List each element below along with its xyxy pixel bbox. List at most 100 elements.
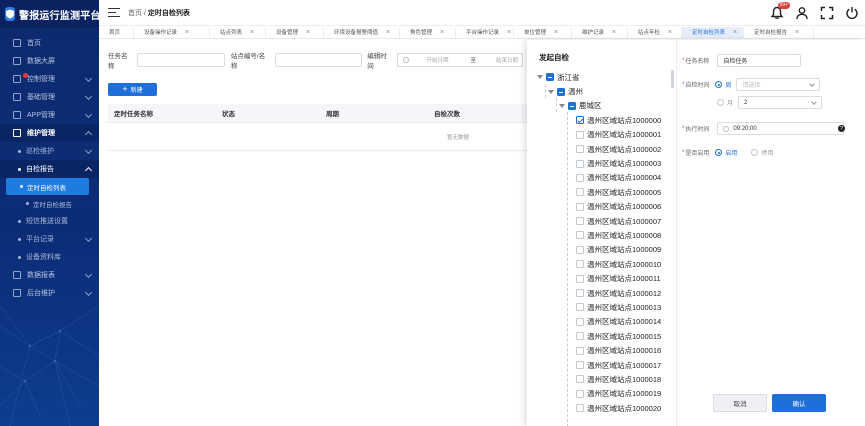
tree-node-station[interactable]: 温州区域站点1000012 xyxy=(537,286,672,300)
user-icon[interactable] xyxy=(794,5,809,20)
sidebar-item-scheduled-check-report[interactable]: 定时自检报告 xyxy=(6,195,89,212)
tree-node-station[interactable]: 温州区域站点1000001 xyxy=(537,128,672,142)
checkbox[interactable] xyxy=(576,130,584,139)
checkbox[interactable] xyxy=(576,145,584,154)
month-radio[interactable] xyxy=(717,99,724,106)
close-icon[interactable]: × xyxy=(250,29,254,36)
tree-node-station[interactable]: 温州区域站点1000014 xyxy=(537,315,672,329)
tree-node-station[interactable]: 温州区域站点1000006 xyxy=(537,200,672,214)
tab-unit-management[interactable]: 单位管理 × xyxy=(514,26,572,38)
caret-down-icon[interactable] xyxy=(537,75,543,80)
tab-station-list[interactable]: 站点列表 × xyxy=(210,26,266,38)
tree-node-province[interactable]: 浙江省 xyxy=(537,70,672,84)
date-range-picker[interactable]: 开始日期 至 结束日期 xyxy=(396,53,524,67)
tree-node-station[interactable]: 温州区域站点1000003 xyxy=(537,156,672,170)
breadcrumb-home[interactable]: 首页 xyxy=(128,10,142,17)
close-icon[interactable]: × xyxy=(507,29,511,36)
caret-down-icon[interactable] xyxy=(548,89,554,94)
close-icon[interactable]: × xyxy=(306,29,310,36)
close-icon[interactable]: × xyxy=(440,29,444,36)
confirm-button[interactable]: 确认 xyxy=(772,394,826,412)
checkbox[interactable] xyxy=(576,346,584,355)
tree-node-station[interactable]: 温州区域站点1000017 xyxy=(537,358,672,372)
close-icon[interactable]: × xyxy=(185,29,189,36)
tree-node-city[interactable]: 温州 xyxy=(537,84,672,98)
week-select[interactable]: 请选择 xyxy=(736,78,821,91)
disable-radio[interactable] xyxy=(751,149,759,156)
checkbox[interactable] xyxy=(576,361,584,369)
checkbox[interactable] xyxy=(576,289,584,298)
sidebar-sub-sms[interactable]: 短信推送设置 xyxy=(0,212,99,230)
tree-node-station[interactable]: 温州区域站点1000015 xyxy=(537,329,672,343)
tree-node-station[interactable]: 温州区域站点1000010 xyxy=(537,257,672,271)
tree-node-station[interactable]: 温州区域站点1000002 xyxy=(537,142,672,156)
tree-node-station[interactable]: 温州区域站点1000019 xyxy=(537,387,672,401)
close-icon[interactable]: × xyxy=(795,29,799,36)
tab-station-annual-check[interactable]: 站点年检 × xyxy=(628,26,682,38)
checkbox[interactable] xyxy=(576,245,584,254)
tab-scheduled-check-report[interactable]: 定时自检报告 × xyxy=(744,26,814,38)
checkbox[interactable] xyxy=(576,159,584,168)
checkbox[interactable] xyxy=(576,389,584,398)
close-icon[interactable]: × xyxy=(554,29,558,36)
tree-node-station[interactable]: 温州区域站点1000009 xyxy=(537,243,672,257)
sidebar-item-control[interactable]: 控制管理 xyxy=(0,70,99,88)
checkbox[interactable] xyxy=(576,188,584,197)
checkbox[interactable] xyxy=(576,217,584,226)
fullscreen-icon[interactable] xyxy=(819,5,834,20)
checkbox[interactable] xyxy=(576,332,584,341)
sidebar-sub-platform-records[interactable]: 平台记录 xyxy=(0,230,99,248)
sidebar-item-reports[interactable]: 数据报表 xyxy=(0,266,99,284)
checkbox[interactable] xyxy=(576,173,584,182)
tree-node-station[interactable]: 温州区域站点1000007 xyxy=(537,214,672,228)
close-icon[interactable]: × xyxy=(668,29,672,36)
exec-time-input[interactable]: 09:20:00 xyxy=(717,122,845,135)
tab-scheduled-check-list[interactable]: 定时自检列表 × xyxy=(682,26,744,38)
checkbox[interactable] xyxy=(576,231,584,240)
checkbox[interactable] xyxy=(576,317,584,326)
bell-icon[interactable]: 99+ xyxy=(769,2,790,20)
checkbox[interactable] xyxy=(576,260,584,269)
tree-node-station[interactable]: 温州区域站点1000020 xyxy=(537,401,672,415)
sidebar-sub-self-check-report[interactable]: 自检报告 xyxy=(0,160,99,178)
tab-maintenance-records[interactable]: 维护记录 × xyxy=(572,26,628,38)
checkbox[interactable] xyxy=(576,404,584,413)
month-select[interactable]: 2 xyxy=(738,96,823,109)
checkbox[interactable] xyxy=(557,87,565,96)
sidebar-item-scheduled-check-list[interactable]: 定时自检列表 xyxy=(6,178,89,195)
tree-node-district[interactable]: 鹿城区 xyxy=(537,99,672,113)
tree-node-station[interactable]: 温州区域站点1000008 xyxy=(537,228,672,242)
sidebar-sub-inspection[interactable]: 巡检维护 xyxy=(0,142,99,160)
sidebar-item-app[interactable]: APP管理 xyxy=(0,106,99,124)
close-icon[interactable]: × xyxy=(612,29,616,36)
tree-node-station[interactable]: 温州区域站点1000018 xyxy=(537,372,672,386)
station-input[interactable] xyxy=(274,53,363,67)
power-icon[interactable] xyxy=(844,5,859,20)
menu-toggle-icon[interactable] xyxy=(108,7,120,18)
help-icon[interactable]: ? xyxy=(838,125,845,132)
sidebar-item-basic[interactable]: 基础管理 xyxy=(0,88,99,106)
tree-node-station[interactable]: 温州区域站点1000013 xyxy=(537,300,672,314)
sidebar-item-maintenance[interactable]: 维护管理 xyxy=(0,124,99,142)
tab-home[interactable]: 首页 xyxy=(99,26,134,38)
checkbox[interactable] xyxy=(576,303,584,312)
task-name-input[interactable] xyxy=(137,53,225,67)
checkbox[interactable] xyxy=(576,202,584,211)
tree-node-station[interactable]: 温州区域站点1000011 xyxy=(537,271,672,285)
sidebar-item-home[interactable]: 首页 xyxy=(0,34,99,52)
cancel-button[interactable]: 取消 xyxy=(713,394,767,412)
enable-radio[interactable] xyxy=(715,149,723,156)
checkbox[interactable] xyxy=(576,375,584,384)
sidebar-sub-device-library[interactable]: 设备资料库 xyxy=(0,248,99,266)
close-icon[interactable]: × xyxy=(733,29,737,36)
sidebar-item-data-screen[interactable]: 数据大屏 xyxy=(0,52,99,70)
checkbox[interactable] xyxy=(546,73,554,82)
task-name-form-input[interactable]: 自检任务 xyxy=(717,54,802,67)
tab-alarm-threshold[interactable]: 环境设备报警阈值 × xyxy=(324,26,400,38)
tree-node-station[interactable]: 温州区域站点1000016 xyxy=(537,343,672,357)
tree-scrollbar[interactable] xyxy=(671,70,674,88)
tab-role-management[interactable]: 角色管理 × xyxy=(400,26,456,38)
tab-device-operation-records[interactable]: 设备操作记录 × xyxy=(134,26,210,38)
tab-device-management[interactable]: 设备管理 × xyxy=(266,26,324,38)
checkbox[interactable] xyxy=(576,116,584,125)
